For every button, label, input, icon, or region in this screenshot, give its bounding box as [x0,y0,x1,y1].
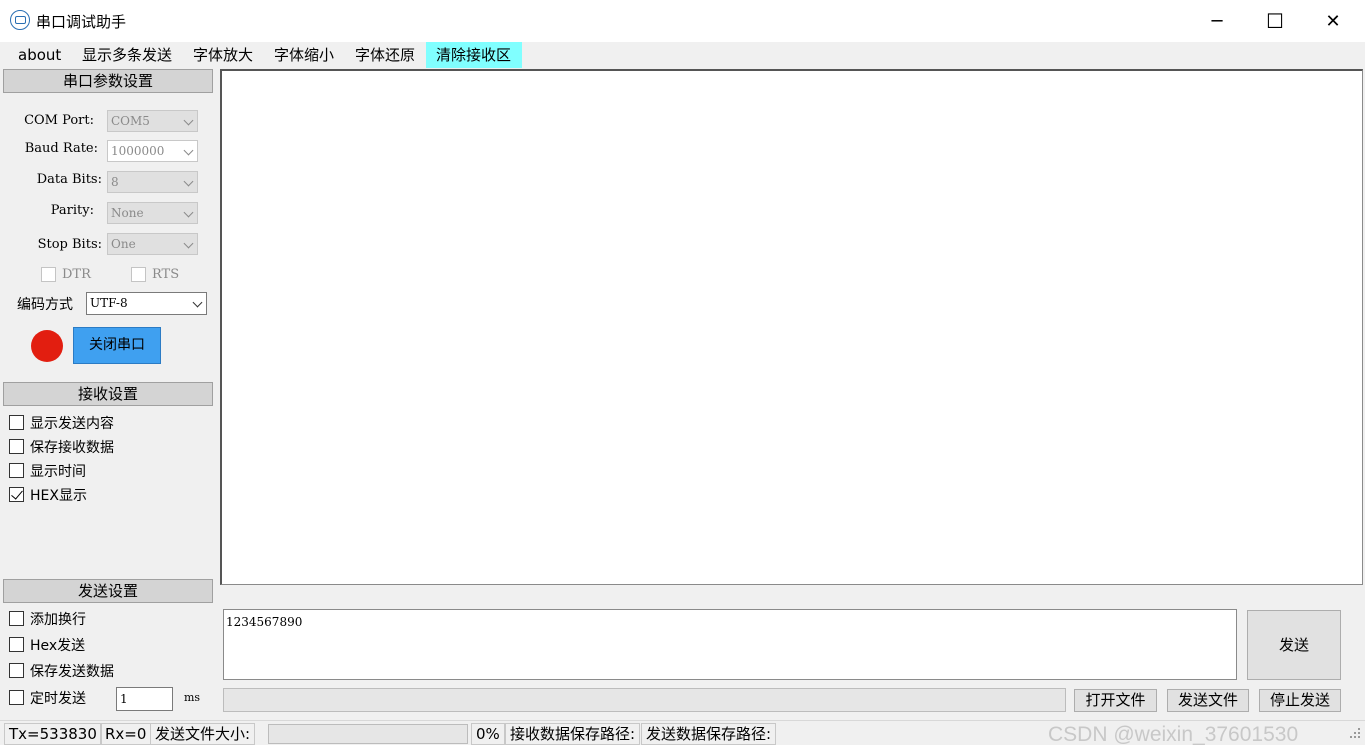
stop-bits-value: One [111,237,136,251]
send-path-label: 发送数据保存路径: [641,723,777,745]
encoding-value: UTF-8 [90,296,128,310]
com-port-select[interactable]: COM5 [107,110,198,132]
menu-font-decrease[interactable]: 字体缩小 [264,42,344,68]
status-bar: Tx=533830 Rx=0 发送文件大小: 0% 接收数据保存路径: 发送数据… [0,720,1365,745]
file-send-progress [223,688,1066,712]
receive-textarea[interactable] [220,69,1363,585]
stop-bits-label: Stop Bits: [37,237,102,252]
progress-percent: 0% [471,723,505,745]
app-icon [10,10,30,30]
com-port-value: COM5 [111,114,150,128]
hex-send-label: Hex发送 [30,638,86,654]
menu-show-multi-send[interactable]: 显示多条发送 [72,42,182,68]
baud-rate-select[interactable]: 1000000 [107,140,198,162]
menu-bar: about 显示多条发送 字体放大 字体缩小 字体还原 清除接收区 [0,42,1365,68]
menu-font-reset[interactable]: 字体还原 [345,42,425,68]
send-textarea[interactable]: 1234567890 [223,609,1237,680]
send-file-button[interactable]: 发送文件 [1167,689,1249,712]
data-bits-label: Data Bits: [36,172,102,187]
chevron-down-icon [183,238,194,249]
resize-grip-icon[interactable] [1350,728,1362,740]
stop-send-button[interactable]: 停止发送 [1259,689,1341,712]
file-size-label: 发送文件大小: [150,723,256,745]
data-bits-select[interactable]: 8 [107,171,198,193]
minimize-button[interactable]: ─ [1188,0,1246,42]
timed-send-label: 定时发送 [30,691,86,707]
dtr-checkbox[interactable] [41,267,56,282]
rts-checkbox[interactable] [131,267,146,282]
timer-unit-label: ms [184,691,201,704]
rx-counter: Rx=0 [100,723,152,745]
menu-clear-receive[interactable]: 清除接收区 [426,42,522,68]
add-newline-checkbox[interactable] [9,611,24,626]
hex-display-label: HEX显示 [30,488,87,504]
maximize-button[interactable]: ☐ [1246,0,1304,42]
parity-label: Parity: [50,203,94,218]
data-bits-value: 8 [111,175,119,189]
save-sent-checkbox[interactable] [9,663,24,678]
title-bar: 串口调试助手 ─ ☐ ✕ [0,0,1365,42]
dtr-label: DTR [62,267,91,282]
parity-value: None [111,206,144,220]
app-window: 串口调试助手 ─ ☐ ✕ about 显示多条发送 字体放大 字体缩小 字体还原… [0,0,1365,745]
receive-settings-header: 接收设置 [3,382,213,406]
timer-interval-input[interactable]: 1 [116,687,173,711]
timed-send-checkbox[interactable] [9,690,24,705]
baud-rate-value: 1000000 [111,144,165,158]
port-status-indicator [31,330,63,362]
chevron-down-icon [183,115,194,126]
show-time-checkbox[interactable] [9,463,24,478]
send-settings-header: 发送设置 [3,579,213,603]
stop-bits-select[interactable]: One [107,233,198,255]
show-time-label: 显示时间 [30,464,86,480]
com-port-label: COM Port: [24,113,94,128]
chevron-down-icon [183,176,194,187]
chevron-down-icon [192,297,203,308]
show-sent-checkbox[interactable] [9,415,24,430]
encoding-select[interactable]: UTF-8 [86,292,207,315]
chevron-down-icon [183,207,194,218]
show-sent-label: 显示发送内容 [30,416,114,432]
open-file-button[interactable]: 打开文件 [1074,689,1157,712]
close-port-button[interactable]: 关闭串口 [73,327,161,364]
window-title: 串口调试助手 [36,13,127,31]
serial-settings-header: 串口参数设置 [3,69,213,93]
hex-send-checkbox[interactable] [9,637,24,652]
parity-select[interactable]: None [107,202,198,224]
tx-counter: Tx=533830 [4,723,102,745]
menu-about[interactable]: about [8,42,71,68]
watermark: CSDN @weixin_37601530 [1048,723,1299,745]
save-sent-label: 保存发送数据 [30,664,114,680]
close-window-button[interactable]: ✕ [1304,0,1362,42]
status-progress-bar [268,724,468,744]
receive-path-label: 接收数据保存路径: [505,723,641,745]
rts-label: RTS [152,267,180,282]
send-button[interactable]: 发送 [1247,610,1341,680]
menu-font-increase[interactable]: 字体放大 [183,42,263,68]
chevron-down-icon [183,145,194,156]
hex-display-checkbox[interactable] [9,487,24,502]
save-received-label: 保存接收数据 [30,440,114,456]
save-received-checkbox[interactable] [9,439,24,454]
baud-rate-label: Baud Rate: [24,141,98,156]
encoding-label: 编码方式 [17,297,73,313]
add-newline-label: 添加换行 [30,612,86,628]
